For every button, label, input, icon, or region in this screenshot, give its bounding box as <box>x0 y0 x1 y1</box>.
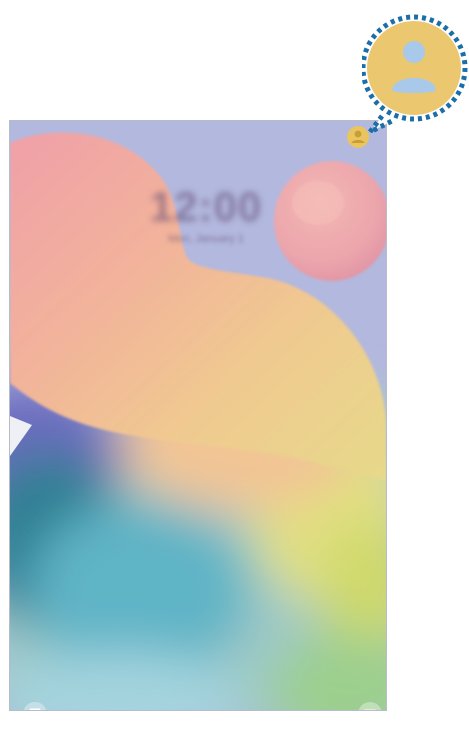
lock-screen-clock: 12:00 <box>149 183 263 230</box>
note-icon[interactable] <box>22 701 48 711</box>
lock-screen: 12:00 Mon, January 1 <box>9 120 387 711</box>
illustration-stage: 12:00 Mon, January 1 <box>0 0 469 738</box>
lock-screen-date: Mon, January 1 <box>168 233 244 245</box>
camera-icon[interactable] <box>357 701 383 711</box>
profile-callout-icon <box>362 14 468 133</box>
